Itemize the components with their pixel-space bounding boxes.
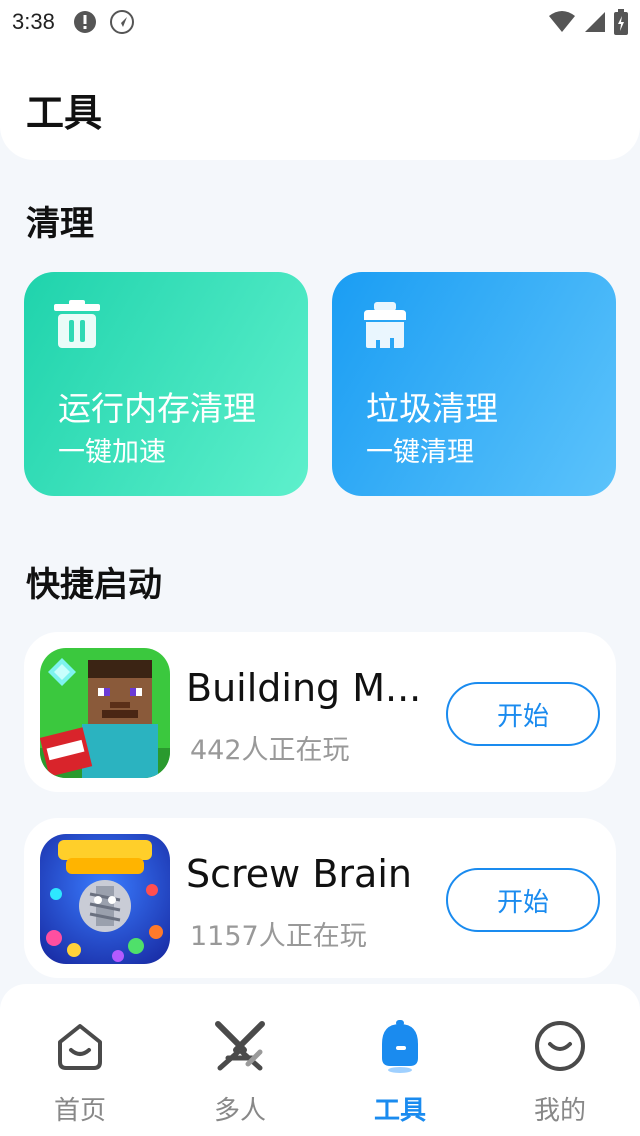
game-name: Screw Brain bbox=[186, 852, 412, 896]
quick-launch-section-title: 快捷启动 bbox=[26, 565, 162, 605]
trash-icon bbox=[52, 300, 102, 354]
cleanup-section-title: 清理 bbox=[26, 204, 94, 244]
tab-multiplayer[interactable]: 多人 bbox=[160, 984, 320, 1136]
wifi-icon bbox=[549, 11, 575, 32]
building-game-thumbnail bbox=[40, 648, 170, 778]
tab-label: 我的 bbox=[533, 1096, 586, 1126]
start-button[interactable]: 开始 bbox=[446, 868, 600, 932]
game-card-building[interactable]: Building M... 442人正在玩 开始 bbox=[24, 632, 616, 792]
signal-icon bbox=[585, 12, 605, 32]
game-player-count: 442人正在玩 bbox=[190, 735, 350, 766]
smile-icon bbox=[535, 1021, 585, 1071]
game-player-count: 1157人正在玩 bbox=[190, 921, 367, 952]
junk-cleanup-subtitle: 一键清理 bbox=[366, 437, 474, 468]
status-time: 3:38 bbox=[12, 9, 55, 34]
broom-icon bbox=[360, 300, 410, 354]
battery-icon bbox=[614, 9, 628, 35]
alert-icon bbox=[73, 11, 96, 33]
navigation-icon bbox=[109, 10, 134, 34]
bottom-tab-bar: 首页 多人 工具 我的 bbox=[0, 984, 640, 1136]
tab-label: 多人 bbox=[213, 1096, 266, 1126]
tab-home[interactable]: 首页 bbox=[0, 984, 160, 1136]
swords-icon bbox=[215, 1021, 265, 1071]
tab-label: 工具 bbox=[373, 1096, 426, 1126]
home-icon bbox=[58, 1024, 102, 1070]
page-title: 工具 bbox=[26, 91, 103, 135]
screw-brain-thumbnail bbox=[40, 834, 170, 964]
game-card-screw-brain[interactable]: Screw Brain 1157人正在玩 开始 bbox=[24, 818, 616, 978]
memory-cleanup-subtitle: 一键加速 bbox=[58, 437, 166, 468]
junk-cleanup-title: 垃圾清理 bbox=[366, 389, 498, 428]
status-bar: 3:38 bbox=[0, 0, 640, 44]
game-name: Building M... bbox=[186, 666, 422, 710]
junk-cleanup-card[interactable]: 垃圾清理 一键清理 bbox=[332, 272, 616, 496]
memory-cleanup-card[interactable]: 运行内存清理 一键加速 bbox=[24, 272, 308, 496]
tab-tools[interactable]: 工具 bbox=[320, 984, 480, 1136]
start-button[interactable]: 开始 bbox=[446, 682, 600, 746]
robot-icon bbox=[382, 1020, 418, 1073]
tab-label: 首页 bbox=[53, 1096, 106, 1126]
page-header: 工具 bbox=[0, 44, 640, 160]
memory-cleanup-title: 运行内存清理 bbox=[58, 389, 256, 428]
tab-profile[interactable]: 我的 bbox=[480, 984, 640, 1136]
